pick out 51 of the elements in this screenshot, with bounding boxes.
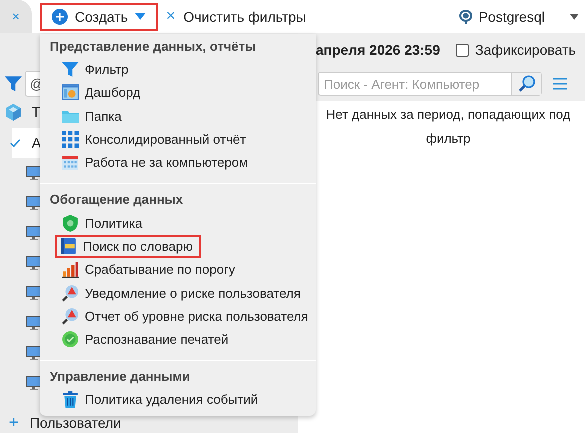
empty-message: Нет данных за период, попадающих под фильтр <box>325 106 572 148</box>
monitor-icon <box>26 346 42 360</box>
period-end-date: апреля 2026 23:59 <box>316 42 440 58</box>
bar-chart-icon <box>62 261 79 278</box>
plus-circle-icon <box>52 8 68 24</box>
funnel-icon <box>62 61 79 78</box>
menu-item[interactable]: Консолидированный отчёт <box>57 128 252 152</box>
caret-icon <box>570 14 579 20</box>
search-icon <box>518 75 536 93</box>
grid-icon <box>62 131 79 148</box>
monitor-icon <box>26 316 42 330</box>
menu-section-title: Представление данных, отчёты <box>49 38 258 56</box>
menu-section-title: Обогащение данных <box>49 191 184 210</box>
database-selector[interactable]: Postgresql <box>458 8 585 24</box>
funnel-icon <box>5 75 22 93</box>
pin-checkbox[interactable]: Зафиксировать <box>456 42 576 58</box>
menu-icon[interactable] <box>553 78 567 90</box>
create-button[interactable]: Создать <box>40 2 158 30</box>
trash-icon <box>62 391 79 408</box>
monitor-icon <box>26 166 42 180</box>
shield-icon <box>62 214 79 232</box>
monitor-icon <box>26 376 42 390</box>
warning-magnifier-icon <box>62 284 79 302</box>
menu-item[interactable]: Фильтр <box>57 58 134 82</box>
menu-item[interactable]: Уведомление о риске пользователя <box>57 281 306 305</box>
cube-icon <box>5 104 22 120</box>
menu-section-title: Управление данными <box>49 368 192 386</box>
monitor-icon <box>26 196 42 210</box>
menu-item[interactable]: Распознавание печатей <box>57 328 234 352</box>
caret-icon <box>135 13 146 20</box>
search-button[interactable] <box>511 73 541 95</box>
menu-item[interactable]: Папка <box>57 104 127 128</box>
menu-item[interactable]: Дашборд <box>57 81 146 105</box>
tree-item-label[interactable]: Пользователи <box>30 415 122 431</box>
check-circle-icon <box>62 331 79 348</box>
monitor-icon <box>26 286 42 300</box>
search-field[interactable]: Поиск - Агент: Компьютер <box>318 72 542 96</box>
calendar-icon <box>62 154 79 172</box>
menu-item[interactable]: Поиск по словарю <box>55 234 201 258</box>
menu-item[interactable]: Политика <box>57 211 148 235</box>
dashboard-icon <box>62 84 79 102</box>
warning-magnifier-icon <box>62 308 79 325</box>
menu-item[interactable]: Срабатывание по порогу <box>57 258 240 282</box>
book-icon <box>60 238 77 255</box>
menu-item[interactable]: Отчет об уровне риска пользователя <box>57 304 314 328</box>
monitor-icon <box>26 226 42 240</box>
menu-item[interactable]: Работа не за компьютером <box>57 151 254 174</box>
clear-filters-button[interactable]: × Очистить фильтры <box>164 8 308 26</box>
monitor-icon <box>26 256 42 270</box>
tree-item-label[interactable]: Т <box>32 104 41 120</box>
menu-item[interactable]: Политика удаления событий <box>57 388 264 412</box>
